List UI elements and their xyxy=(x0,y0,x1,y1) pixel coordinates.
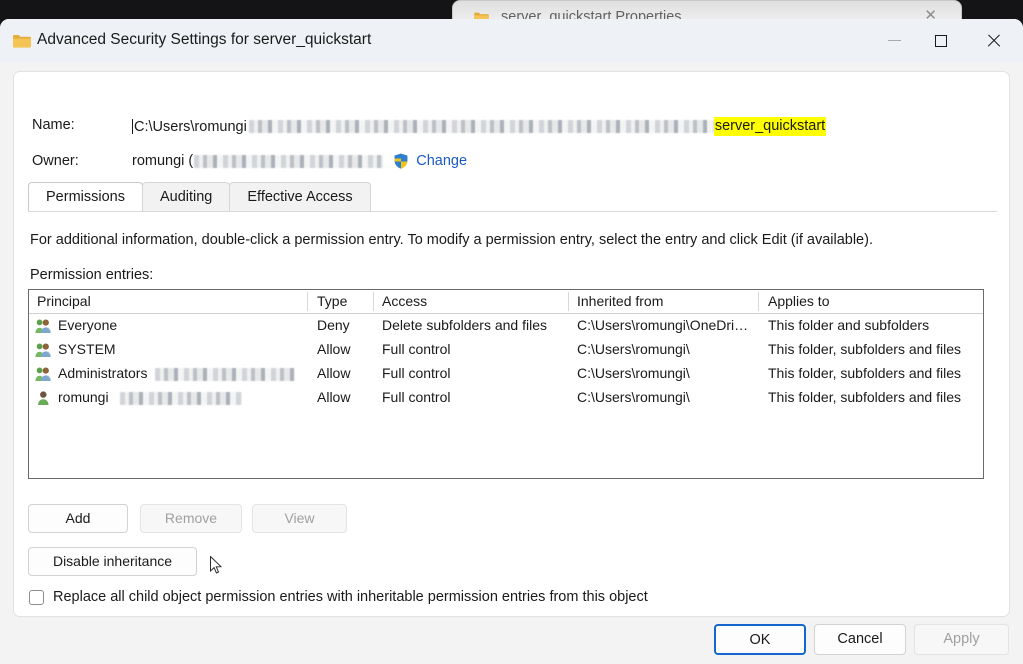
remove-button[interactable]: Remove xyxy=(140,504,242,533)
cell-inherited-from: C:\Users\romungi\ xyxy=(577,365,690,381)
title-bar: Advanced Security Settings for server_qu… xyxy=(0,19,1023,62)
redacted-principal-domain xyxy=(120,392,242,405)
name-path-prefix: C:\Users\romungi xyxy=(134,118,247,135)
cell-principal: Everyone xyxy=(58,317,118,333)
cell-access: Full control xyxy=(382,389,451,405)
name-highlighted-folder: server_quickstart xyxy=(713,117,827,136)
table-row[interactable]: Everyone Deny Delete subfolders and file… xyxy=(29,314,983,338)
view-button[interactable]: View xyxy=(252,504,347,533)
redacted-path-segment xyxy=(248,120,714,133)
redacted-owner-sid xyxy=(194,154,384,168)
group-icon xyxy=(35,343,51,357)
table-row[interactable]: Administrators Allow Full control C:\Use… xyxy=(29,362,983,386)
folder-icon xyxy=(13,35,31,48)
add-button[interactable]: Add xyxy=(28,504,128,533)
uac-shield-icon xyxy=(393,153,409,169)
minimize-icon xyxy=(887,40,901,41)
owner-value: romungi ( Change xyxy=(132,153,467,169)
tab-permissions[interactable]: Permissions xyxy=(28,182,143,211)
table-row[interactable]: SYSTEM Allow Full control C:\Users\romun… xyxy=(29,338,983,362)
user-icon xyxy=(38,391,49,405)
page-title: Advanced Security Settings for server_qu… xyxy=(37,31,372,48)
owner-name: romungi ( xyxy=(132,153,194,169)
tab-effective-access[interactable]: Effective Access xyxy=(229,182,371,211)
column-header-access[interactable]: Access xyxy=(382,293,427,309)
cell-type: Allow xyxy=(317,341,351,357)
maximize-button[interactable] xyxy=(918,19,964,62)
apply-button[interactable]: Apply xyxy=(914,624,1009,655)
disable-inheritance-button[interactable]: Disable inheritance xyxy=(28,547,197,576)
cell-type: Allow xyxy=(317,365,351,381)
screen: server_quickstart Properties ✕ Advanced … xyxy=(0,0,1023,664)
content-card: Name: C:\Users\romungi server_quickstart… xyxy=(13,71,1010,617)
close-button[interactable] xyxy=(970,19,1016,62)
cell-inherited-from: C:\Users\romungi\ xyxy=(577,389,690,405)
cell-applies-to: This folder, subfolders and files xyxy=(768,341,961,357)
table-header: Principal Type Access Inherited from App… xyxy=(29,290,983,314)
permission-entries-label: Permission entries: xyxy=(30,267,154,283)
tab-bar: Permissions Auditing Effective Access xyxy=(28,182,371,212)
column-divider[interactable] xyxy=(373,292,374,311)
group-icon xyxy=(35,367,51,381)
column-divider[interactable] xyxy=(568,292,569,311)
replace-child-permissions-checkbox[interactable] xyxy=(29,589,44,605)
advanced-security-settings-dialog: Advanced Security Settings for server_qu… xyxy=(0,19,1023,664)
text-caret xyxy=(132,119,133,134)
cell-applies-to: This folder, subfolders and files xyxy=(768,365,961,381)
cell-access: Full control xyxy=(382,365,451,381)
tab-auditing[interactable]: Auditing xyxy=(141,182,231,211)
cell-applies-to: This folder, subfolders and files xyxy=(768,389,961,405)
minimize-button[interactable] xyxy=(871,19,917,62)
cell-type: Deny xyxy=(317,317,350,333)
owner-label: Owner: xyxy=(32,153,79,169)
maximize-icon xyxy=(935,34,947,47)
table-row[interactable]: romungi Allow Full control C:\Users\romu… xyxy=(29,386,983,410)
cell-inherited-from: C:\Users\romungi\OneDri… xyxy=(577,317,749,333)
ok-button[interactable]: OK xyxy=(714,624,806,655)
column-divider[interactable] xyxy=(758,292,759,311)
column-header-inherited-from[interactable]: Inherited from xyxy=(577,293,663,309)
change-owner-link[interactable]: Change xyxy=(416,153,467,169)
column-header-type[interactable]: Type xyxy=(317,293,347,309)
cell-type: Allow xyxy=(317,389,351,405)
column-divider[interactable] xyxy=(307,292,308,311)
cell-principal: SYSTEM xyxy=(58,341,116,357)
replace-child-permissions-label: Replace all child object permission entr… xyxy=(53,589,648,605)
replace-child-permissions-row[interactable]: Replace all child object permission entr… xyxy=(29,589,648,605)
cell-principal: Administrators xyxy=(58,365,148,381)
name-label: Name: xyxy=(32,117,75,133)
close-icon xyxy=(986,33,1001,48)
name-value[interactable]: C:\Users\romungi server_quickstart xyxy=(132,117,827,136)
cell-inherited-from: C:\Users\romungi\ xyxy=(577,341,690,357)
column-header-principal[interactable]: Principal xyxy=(37,293,91,309)
cell-applies-to: This folder and subfolders xyxy=(768,317,930,333)
cell-access: Delete subfolders and files xyxy=(382,317,547,333)
cancel-button[interactable]: Cancel xyxy=(814,624,906,655)
cell-principal: romungi xyxy=(58,389,109,405)
group-icon xyxy=(35,319,51,333)
permission-entries-table[interactable]: Principal Type Access Inherited from App… xyxy=(28,289,984,479)
redacted-principal-domain xyxy=(155,368,295,381)
info-text: For additional information, double-click… xyxy=(30,232,873,248)
tab-underline xyxy=(28,211,997,212)
cell-access: Full control xyxy=(382,341,451,357)
mouse-cursor xyxy=(210,556,222,574)
dialog-footer: OK Cancel Apply xyxy=(0,619,1023,664)
column-header-applies-to[interactable]: Applies to xyxy=(768,293,829,309)
